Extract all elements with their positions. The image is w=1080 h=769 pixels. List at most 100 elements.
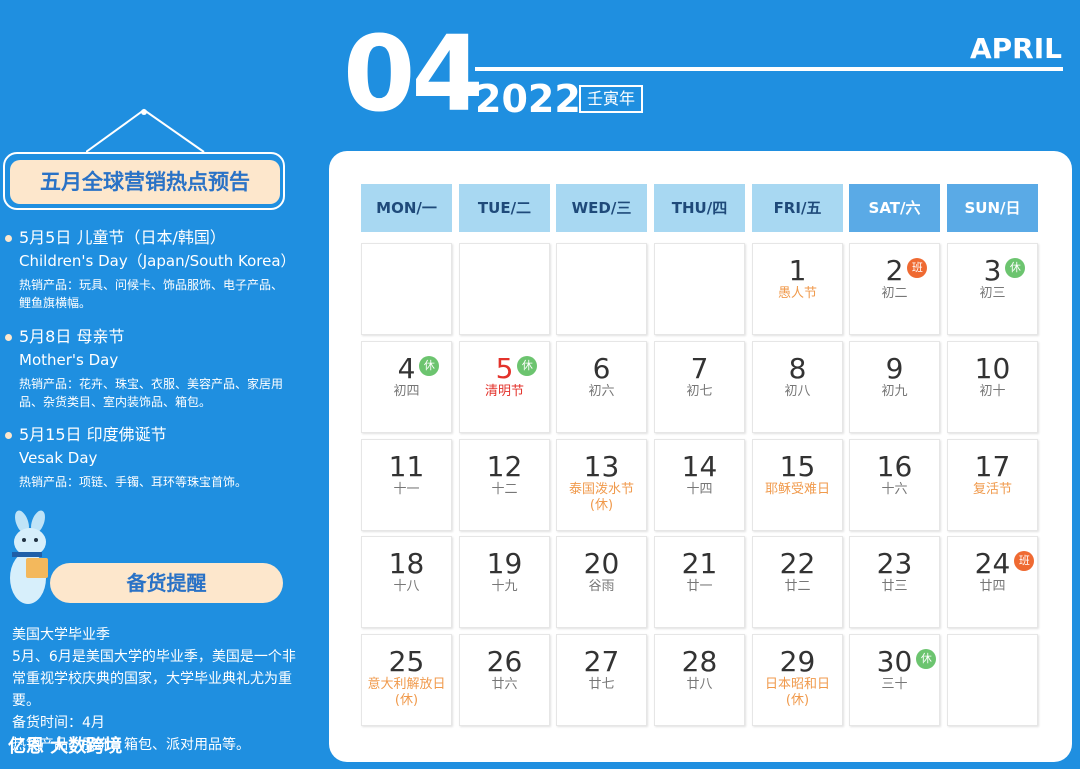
day-number-text: 7 [690,352,709,385]
day-cell[interactable]: 24 班廿四 [947,536,1038,628]
day-cell[interactable]: 2 班初二 [849,243,940,335]
day-number-text: 4 [397,352,416,385]
day-number: 1 [789,256,807,286]
day-cell[interactable]: 27 廿七 [556,634,647,726]
day-cell[interactable]: 17 复活节 [947,439,1038,531]
day-number: 25 [389,647,425,677]
day-label: 十四 [686,482,713,497]
event-english: Vesak Day [19,449,98,467]
weekday-header: SUN/日 [947,184,1038,232]
day-cell[interactable]: 23 廿三 [849,536,940,628]
event-heading: 5月5日 儿童节（日本/韩国） [5,226,309,250]
day-label: 清明节 [484,384,524,399]
day-label: 初十 [979,384,1006,399]
day-cell[interactable]: 1 愚人节 [752,243,843,335]
empty-day-cell [459,243,550,335]
event-english: Children's Day（Japan/South Korea） [19,252,296,270]
day-number-text: 22 [779,547,816,580]
day-cell[interactable]: 13 泰国泼水节 (休) [556,439,647,531]
day-number: 23 [877,549,913,579]
day-cell[interactable]: 10 初十 [947,341,1038,433]
empty-day-cell [556,243,647,335]
day-cell[interactable]: 19 十九 [459,536,550,628]
day-label: 初二 [881,286,908,301]
empty-day-cell [654,243,745,335]
day-cell[interactable]: 9 初九 [849,341,940,433]
day-label: 日本昭和日 [764,677,830,692]
day-label: 谷雨 [588,579,615,594]
day-number: 30 休 [876,645,937,678]
holiday-badge: 休 [1005,258,1026,278]
day-number-text: 27 [583,645,620,678]
day-cell[interactable]: 5 休清明节 [459,341,550,433]
day-label: 廿七 [588,677,615,692]
day-label: 十八 [393,579,420,594]
day-cell[interactable]: 26 廿六 [459,634,550,726]
empty-day-cell [361,243,452,335]
day-number: 2班 [886,256,928,286]
day-number-text: 9 [885,352,904,385]
weekday-header: SAT/六 [849,184,940,232]
weekday-header: FRI/五 [752,184,843,232]
day-number: 3休 [984,256,1026,286]
day-number: 15 [780,452,816,482]
promo-title: 五月全球营销热点预告 [10,160,280,204]
day-number: 4休 [397,352,440,385]
day-number-text: 20 [583,547,620,580]
month-number: 04 [343,13,484,135]
day-cell[interactable]: 3 休初三 [947,243,1038,335]
day-label: 初八 [784,384,811,399]
day-cell[interactable]: 6 初六 [556,341,647,433]
holiday-badge: 休 [916,649,937,669]
day-label: 初三 [979,286,1006,301]
day-cell[interactable]: 25 意大利解放日 (休) [361,634,452,726]
day-number-text: 21 [681,547,718,580]
day-cell[interactable]: 18 十八 [361,536,452,628]
day-number: 28 [682,647,718,677]
day-cell[interactable]: 30 休三十 [849,634,940,726]
day-cell[interactable]: 21 廿一 [654,536,745,628]
day-cell[interactable]: 15 耶稣受难日 [752,439,843,531]
day-number-text: 26 [486,645,523,678]
day-cell[interactable]: 14 十四 [654,439,745,531]
day-number-text: 10 [974,352,1011,385]
event-heading: 5月15日 印度佛诞节 [5,423,309,447]
day-label-note: (休) [394,693,419,708]
day-cell[interactable]: 11 十一 [361,439,452,531]
day-label: 耶稣受难日 [764,482,830,497]
day-label: 初四 [393,384,420,399]
day-cell[interactable]: 12 十二 [459,439,550,531]
day-label: 廿六 [491,677,518,692]
day-number-text: 6 [592,352,611,385]
day-label: 廿二 [784,579,811,594]
day-number-text: 15 [779,450,816,483]
day-cell[interactable]: 28 廿八 [654,634,745,726]
day-number-text: 30 [876,645,913,678]
weekday-header: TUE/二 [459,184,550,232]
event-heading: 5月8日 母亲节 [5,325,309,349]
day-number: 24 班 [974,547,1035,580]
day-cell[interactable]: 4 休初四 [361,341,452,433]
day-label: 十二 [491,482,518,497]
day-number: 14 [682,452,718,482]
day-cell[interactable]: 29 日本昭和日 (休) [752,634,843,726]
day-cell[interactable]: 7 初七 [654,341,745,433]
kangaroo-mascot-icon [10,510,48,604]
header-divider [475,67,1063,71]
day-number-text: 16 [876,450,913,483]
day-number-text: 24 [974,547,1011,580]
promo-event: 5月8日 母亲节 Mother's Day 热销产品：花卉、珠宝、衣服、美容产品… [5,325,309,411]
day-cell[interactable]: 22 廿二 [752,536,843,628]
stock-body: 5月、6月是美国大学的毕业季，美国是一个非常重视学校庆典的国家，大学毕业典礼尤为… [12,649,296,709]
day-label: 三十 [881,677,908,692]
day-number-text: 8 [788,352,807,385]
day-label: 泰国泼水节 [568,482,634,497]
day-cell[interactable]: 8 初八 [752,341,843,433]
day-number-text: 11 [388,450,425,483]
stock-heading: 美国大学毕业季 [12,627,110,643]
stock-time: 备货时间：4月 [12,715,105,731]
day-cell[interactable]: 20 谷雨 [556,536,647,628]
day-number: 7 [691,354,709,384]
day-cell[interactable]: 16 十六 [849,439,940,531]
day-number: 20 [584,549,620,579]
